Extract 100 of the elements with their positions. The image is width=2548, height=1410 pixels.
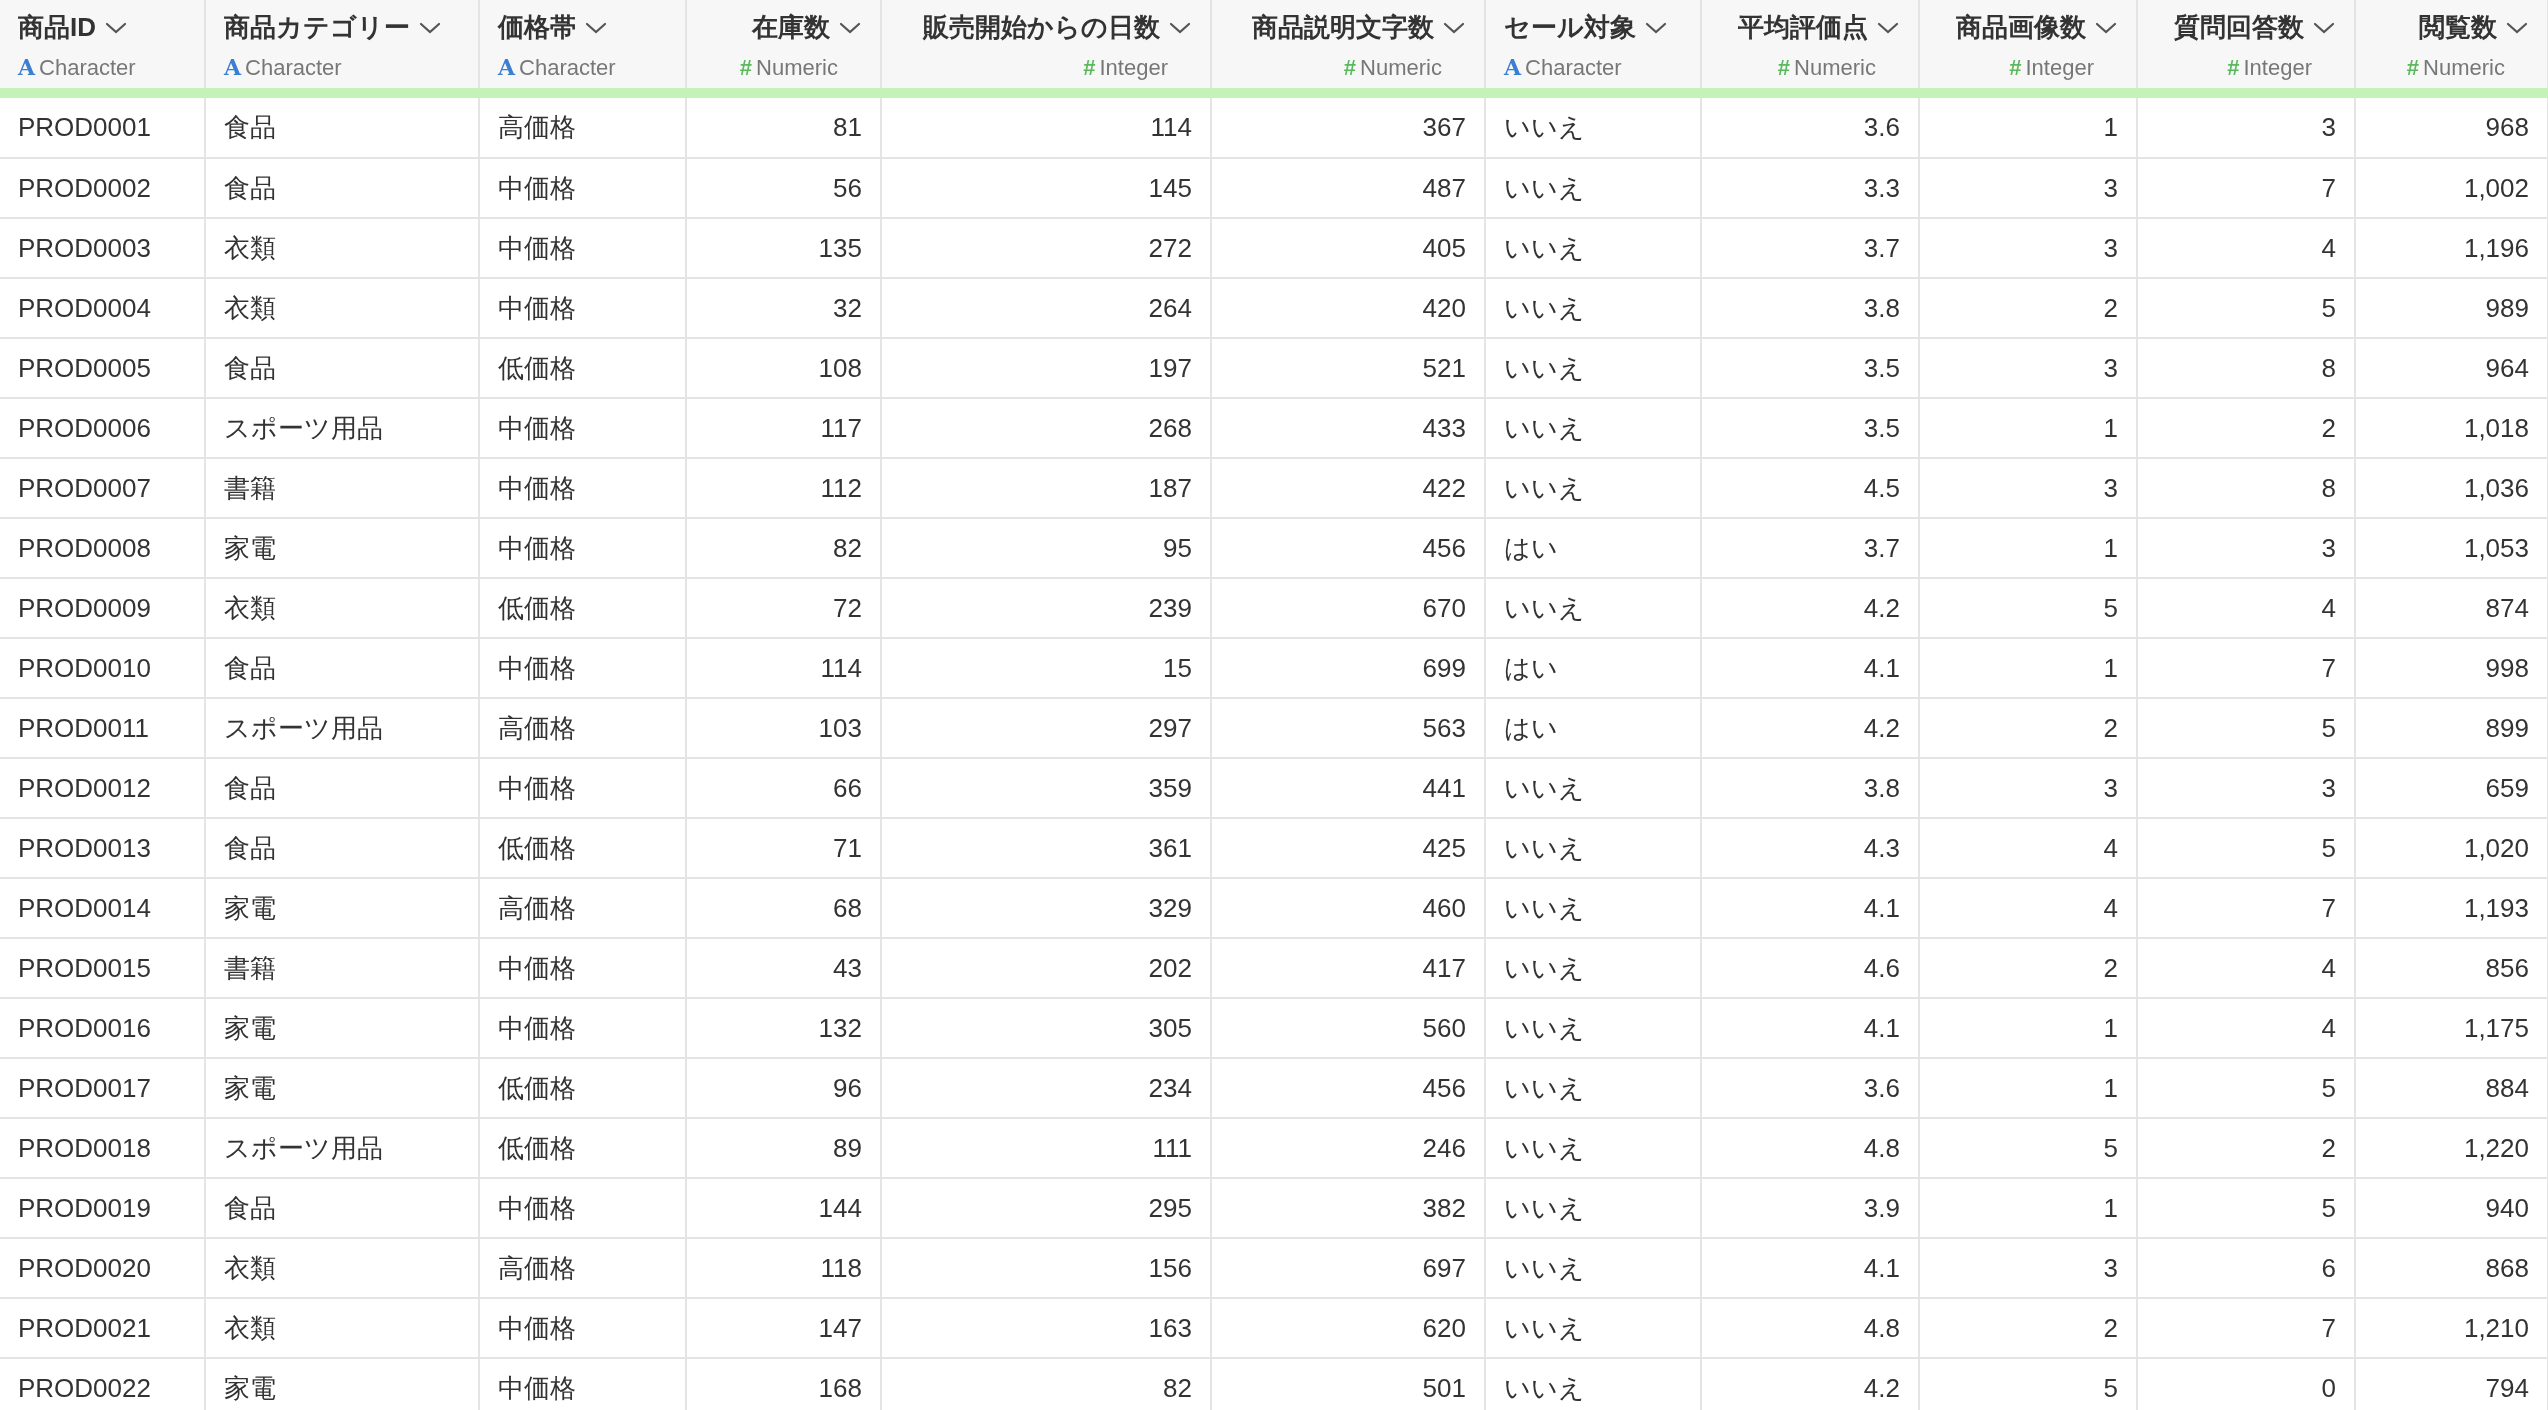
table-cell: 295 (881, 1178, 1211, 1238)
table-cell: 4.2 (1701, 698, 1919, 758)
table-cell: 521 (1211, 338, 1485, 398)
table-cell: 964 (2355, 338, 2548, 398)
table-cell: 72 (686, 578, 881, 638)
table-cell: 0 (2137, 1358, 2355, 1410)
table-cell: 2 (1919, 938, 2137, 998)
table-cell: 874 (2355, 578, 2548, 638)
table-cell: PROD0001 (0, 98, 205, 158)
table-cell: 中価格 (479, 638, 686, 698)
table-cell: 4.2 (1701, 1358, 1919, 1410)
table-cell: 868 (2355, 1238, 2548, 1298)
table-cell: 147 (686, 1298, 881, 1358)
column-title: 商品説明文字数 (1252, 11, 1434, 44)
table-cell: 856 (2355, 938, 2548, 998)
table-cell: 111 (881, 1118, 1211, 1178)
table-cell: 食品 (205, 638, 479, 698)
table-cell: 中価格 (479, 758, 686, 818)
table-cell: 中価格 (479, 1178, 686, 1238)
type-label: Numeric (756, 54, 838, 82)
type-icon: # (2227, 51, 2240, 84)
table-cell: 高価格 (479, 698, 686, 758)
table-cell: いいえ (1485, 938, 1701, 998)
column-title: 商品カテゴリー (224, 11, 410, 44)
table-cell: いいえ (1485, 1118, 1701, 1178)
table-cell: PROD0003 (0, 218, 205, 278)
table-cell: 2 (2137, 1118, 2355, 1178)
table-cell: 114 (881, 98, 1211, 158)
table-cell: 1,053 (2355, 518, 2548, 578)
table-cell: PROD0007 (0, 458, 205, 518)
table-cell: 382 (1211, 1178, 1485, 1238)
table-cell: 456 (1211, 1058, 1485, 1118)
table-cell: 家電 (205, 878, 479, 938)
table-cell: PROD0004 (0, 278, 205, 338)
table-cell: 衣類 (205, 1298, 479, 1358)
table-cell: 2 (1919, 278, 2137, 338)
table-cell: 1,193 (2355, 878, 2548, 938)
table-cell: いいえ (1485, 1298, 1701, 1358)
type-label: Integer (1099, 54, 1168, 82)
table-cell: 367 (1211, 98, 1485, 158)
table-cell: 4.1 (1701, 1238, 1919, 1298)
type-label: Character (519, 54, 616, 82)
table-cell: 82 (686, 518, 881, 578)
table-cell: 食品 (205, 98, 479, 158)
table-cell: 5 (1919, 1358, 2137, 1410)
table-cell: 8 (2137, 458, 2355, 518)
table-cell: 衣類 (205, 578, 479, 638)
table-cell: PROD0013 (0, 818, 205, 878)
table-cell: はい (1485, 698, 1701, 758)
table-cell: 中価格 (479, 1298, 686, 1358)
table-cell: 衣類 (205, 278, 479, 338)
table-cell: 3 (1919, 218, 2137, 278)
column-title: 商品ID (18, 11, 96, 44)
type-icon: # (739, 51, 753, 84)
table-cell: いいえ (1485, 158, 1701, 218)
table-cell: 43 (686, 938, 881, 998)
table-cell: PROD0011 (0, 698, 205, 758)
table-cell: スポーツ用品 (205, 698, 479, 758)
table-cell: 7 (2137, 1298, 2355, 1358)
table-cell: 4.5 (1701, 458, 1919, 518)
table-cell: PROD0021 (0, 1298, 205, 1358)
table-cell: 2 (1919, 698, 2137, 758)
table-cell: スポーツ用品 (205, 1118, 479, 1178)
table-cell: 560 (1211, 998, 1485, 1058)
table-cell: 697 (1211, 1238, 1485, 1298)
table-cell: 低価格 (479, 818, 686, 878)
table-cell: PROD0015 (0, 938, 205, 998)
type-icon: # (1343, 51, 1357, 84)
table-cell: 699 (1211, 638, 1485, 698)
table-cell: いいえ (1485, 1058, 1701, 1118)
table-cell: PROD0019 (0, 1178, 205, 1238)
table-cell: 246 (1211, 1118, 1485, 1178)
table-cell: 163 (881, 1298, 1211, 1358)
table-cell: 168 (686, 1358, 881, 1410)
type-label: Character (39, 54, 136, 82)
table-cell: 487 (1211, 158, 1485, 218)
table-cell: 中価格 (479, 278, 686, 338)
table-cell: 132 (686, 998, 881, 1058)
table-cell: PROD0014 (0, 878, 205, 938)
type-icon: # (2009, 51, 2022, 84)
table-cell: 3 (2137, 518, 2355, 578)
table-cell: 417 (1211, 938, 1485, 998)
table-cell: 103 (686, 698, 881, 758)
table-cell: 8 (2137, 338, 2355, 398)
table-cell: 1,210 (2355, 1298, 2548, 1358)
table-cell: PROD0016 (0, 998, 205, 1058)
table-cell: いいえ (1485, 458, 1701, 518)
table-cell: 501 (1211, 1358, 1485, 1410)
table-cell: 家電 (205, 518, 479, 578)
table-cell: 1 (1919, 98, 2137, 158)
table-cell: 3.9 (1701, 1178, 1919, 1238)
table-cell: 高価格 (479, 98, 686, 158)
table-cell: 3.5 (1701, 398, 1919, 458)
table-cell: 中価格 (479, 398, 686, 458)
table-cell: 家電 (205, 1058, 479, 1118)
table-cell: 989 (2355, 278, 2548, 338)
table-cell: 197 (881, 338, 1211, 398)
table-cell: 441 (1211, 758, 1485, 818)
table-cell: 4 (2137, 998, 2355, 1058)
table-cell: 420 (1211, 278, 1485, 338)
